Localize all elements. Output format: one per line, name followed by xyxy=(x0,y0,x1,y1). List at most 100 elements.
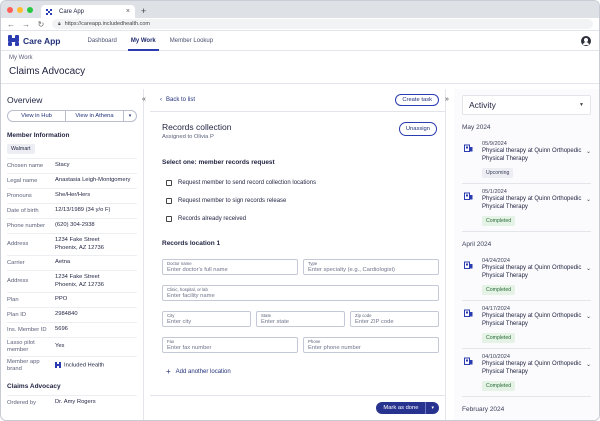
reload-icon[interactable]: ↻ xyxy=(37,20,45,29)
activity-title: Physical therapy at Quinn Orthopedic Phy… xyxy=(482,361,582,375)
nav-my-work[interactable]: My Work xyxy=(124,31,163,51)
member-field: Plan PPO xyxy=(7,292,137,307)
checkbox[interactable] xyxy=(166,216,172,222)
chevron-down-icon[interactable]: ▾ xyxy=(124,111,136,121)
member-field: Ordered by Dr. Amy Rogers xyxy=(7,395,137,410)
medical-building-icon xyxy=(464,309,473,317)
activity-item[interactable]: 05/1/2024 Physical therapy at Quinn Orth… xyxy=(462,184,591,232)
activity-item[interactable]: 04/10/2024 Physical therapy at Quinn Ort… xyxy=(462,349,591,397)
chevron-down-icon[interactable]: ⌄ xyxy=(586,196,591,203)
status-badge: Completed xyxy=(482,216,516,226)
field-label: Date of birth xyxy=(7,207,39,214)
field-label: Type xyxy=(308,261,318,266)
phone-field[interactable]: Phone Enter phone number xyxy=(303,337,439,353)
address-line: 1234 Fake Street xyxy=(55,274,100,280)
back-arrow-icon[interactable]: ← xyxy=(7,20,15,29)
activity-title: Physical therapy at Quinn Orthopedic Phy… xyxy=(482,196,582,210)
app-header: Care App Dashboard My Work Member Lookup xyxy=(1,31,599,51)
back-to-list-link[interactable]: ‹ Back to list xyxy=(160,97,195,103)
member-field: Lasso pilot member Yes xyxy=(7,337,137,356)
field-value: Aetna xyxy=(55,259,71,266)
field-label: Legal name xyxy=(7,177,38,184)
field-label: State xyxy=(261,313,272,318)
city-field[interactable]: City Enter city xyxy=(162,311,251,327)
field-label: Address xyxy=(7,241,29,247)
zip-code-field[interactable]: Zip code Enter ZIP code xyxy=(350,311,439,327)
page-header: My Work Claims Advocacy xyxy=(1,51,599,84)
facility-field[interactable]: Clinic, hospital, or lab Enter facility n… xyxy=(162,285,439,301)
field-label: Phone number xyxy=(7,222,46,229)
option-label: Records already received xyxy=(178,216,247,222)
activity-item[interactable]: 04/17/2024 Physical therapy at Quinn Ort… xyxy=(462,301,591,349)
member-info-title: Member Information xyxy=(7,132,70,139)
nav-dashboard[interactable]: Dashboard xyxy=(80,31,123,51)
chevron-down-icon[interactable]: ⌄ xyxy=(586,313,591,320)
activity-item[interactable]: 04/24/2024 Physical therapy at Quinn Ort… xyxy=(462,253,591,301)
activity-item[interactable]: 05/9/2024 Physical therapy at Quinn Orth… xyxy=(462,136,591,184)
create-task-button[interactable]: Create task xyxy=(395,94,439,106)
checkbox[interactable] xyxy=(166,180,172,186)
month-heading: April 2024 xyxy=(462,241,492,248)
field-value: Anastasia Leigh-Montgomery xyxy=(55,177,131,184)
field-value: Stacy xyxy=(55,162,70,169)
activity-title: Physical therapy at Quinn Orthopedic Phy… xyxy=(482,148,582,162)
member-field: Chosen name Stacy xyxy=(7,158,137,173)
field-value: Included Health xyxy=(55,361,137,370)
fax-field[interactable]: Fax Enter fax number xyxy=(162,337,298,353)
field-placeholder: Enter city xyxy=(167,319,192,325)
option-sign-release[interactable]: Request member to sign records release xyxy=(166,192,445,210)
activity-date: 04/10/2024 xyxy=(482,354,510,360)
member-field: Carrier Aetna xyxy=(7,255,137,270)
chevron-down-icon[interactable]: ▾ xyxy=(425,402,439,414)
close-tab-icon[interactable]: × xyxy=(126,8,130,15)
minimize-window-icon[interactable] xyxy=(17,6,23,13)
address-line: Phoenix, AZ 12736 xyxy=(55,281,104,288)
add-location-button[interactable]: + Add another location xyxy=(166,367,231,376)
app-logo[interactable]: Care App xyxy=(8,35,60,46)
employer-chip: Walmart xyxy=(7,144,35,154)
browser-tab[interactable]: Care App × xyxy=(41,5,135,18)
overview-panel: Overview View in Hub View in Athena ▾ Me… xyxy=(1,89,144,420)
state-field[interactable]: State Enter state xyxy=(256,311,345,327)
field-label: City xyxy=(167,313,175,318)
maximize-window-icon[interactable] xyxy=(27,6,33,13)
new-tab-button[interactable]: + xyxy=(141,6,146,16)
chevron-down-icon[interactable]: ⌄ xyxy=(586,361,591,368)
field-label: Carrier xyxy=(7,259,25,266)
doctor-name-field[interactable]: Doctor name Enter doctor's full name xyxy=(162,259,298,275)
view-in-hub-button[interactable]: View in Hub xyxy=(8,111,66,121)
option-send-locations[interactable]: Request member to send record collection… xyxy=(166,174,445,192)
type-field[interactable]: Type Enter specialty (e.g., Cardiologist) xyxy=(303,259,439,275)
chevron-down-icon[interactable]: ⌄ xyxy=(586,148,591,155)
field-value: PPO xyxy=(55,296,68,303)
field-value: 1234 Fake Street Phoenix, AZ 12736 xyxy=(55,274,137,289)
unassign-button[interactable]: Unassign xyxy=(398,122,437,136)
chevron-down-icon[interactable]: ⌄ xyxy=(586,265,591,272)
field-label: Lasso pilot member xyxy=(7,340,35,353)
collapse-left-icon[interactable]: « xyxy=(142,96,146,103)
forward-arrow-icon[interactable]: → xyxy=(22,20,30,29)
activity-title: Physical therapy at Quinn Orthopedic Phy… xyxy=(482,313,582,327)
field-label: Zip code xyxy=(355,313,372,318)
nav-member-lookup[interactable]: Member Lookup xyxy=(163,31,220,51)
browser-tabbar: Care App × + xyxy=(1,1,599,18)
view-in-athena-button[interactable]: View in Athena xyxy=(66,111,124,121)
member-field: Plan ID 2984840 xyxy=(7,307,137,322)
page-title: Claims Advocacy xyxy=(9,66,86,77)
user-account-icon[interactable] xyxy=(581,36,591,46)
breadcrumb[interactable]: My Work xyxy=(9,55,591,61)
records-location-heading: Records location 1 xyxy=(162,240,221,247)
activity-filter[interactable]: Activity ▼ xyxy=(462,95,591,115)
field-label: Plan ID xyxy=(7,311,27,318)
checkbox[interactable] xyxy=(166,198,172,204)
status-badge: Completed xyxy=(482,285,516,295)
main-columns: Overview View in Hub View in Athena ▾ Me… xyxy=(1,89,599,420)
medical-building-icon xyxy=(464,144,473,152)
close-window-icon[interactable] xyxy=(7,6,13,13)
collapse-right-icon[interactable]: » xyxy=(445,96,449,103)
url-input[interactable]: 🔒︎ https://careapp.includedhealth.com xyxy=(52,19,593,29)
member-field: Phone number (620) 304-2938 xyxy=(7,218,137,233)
option-already-received[interactable]: Records already received xyxy=(166,210,445,228)
mark-as-done-button[interactable]: Mark as done xyxy=(376,402,425,414)
url-text: https://careapp.includedhealth.com xyxy=(64,21,150,27)
